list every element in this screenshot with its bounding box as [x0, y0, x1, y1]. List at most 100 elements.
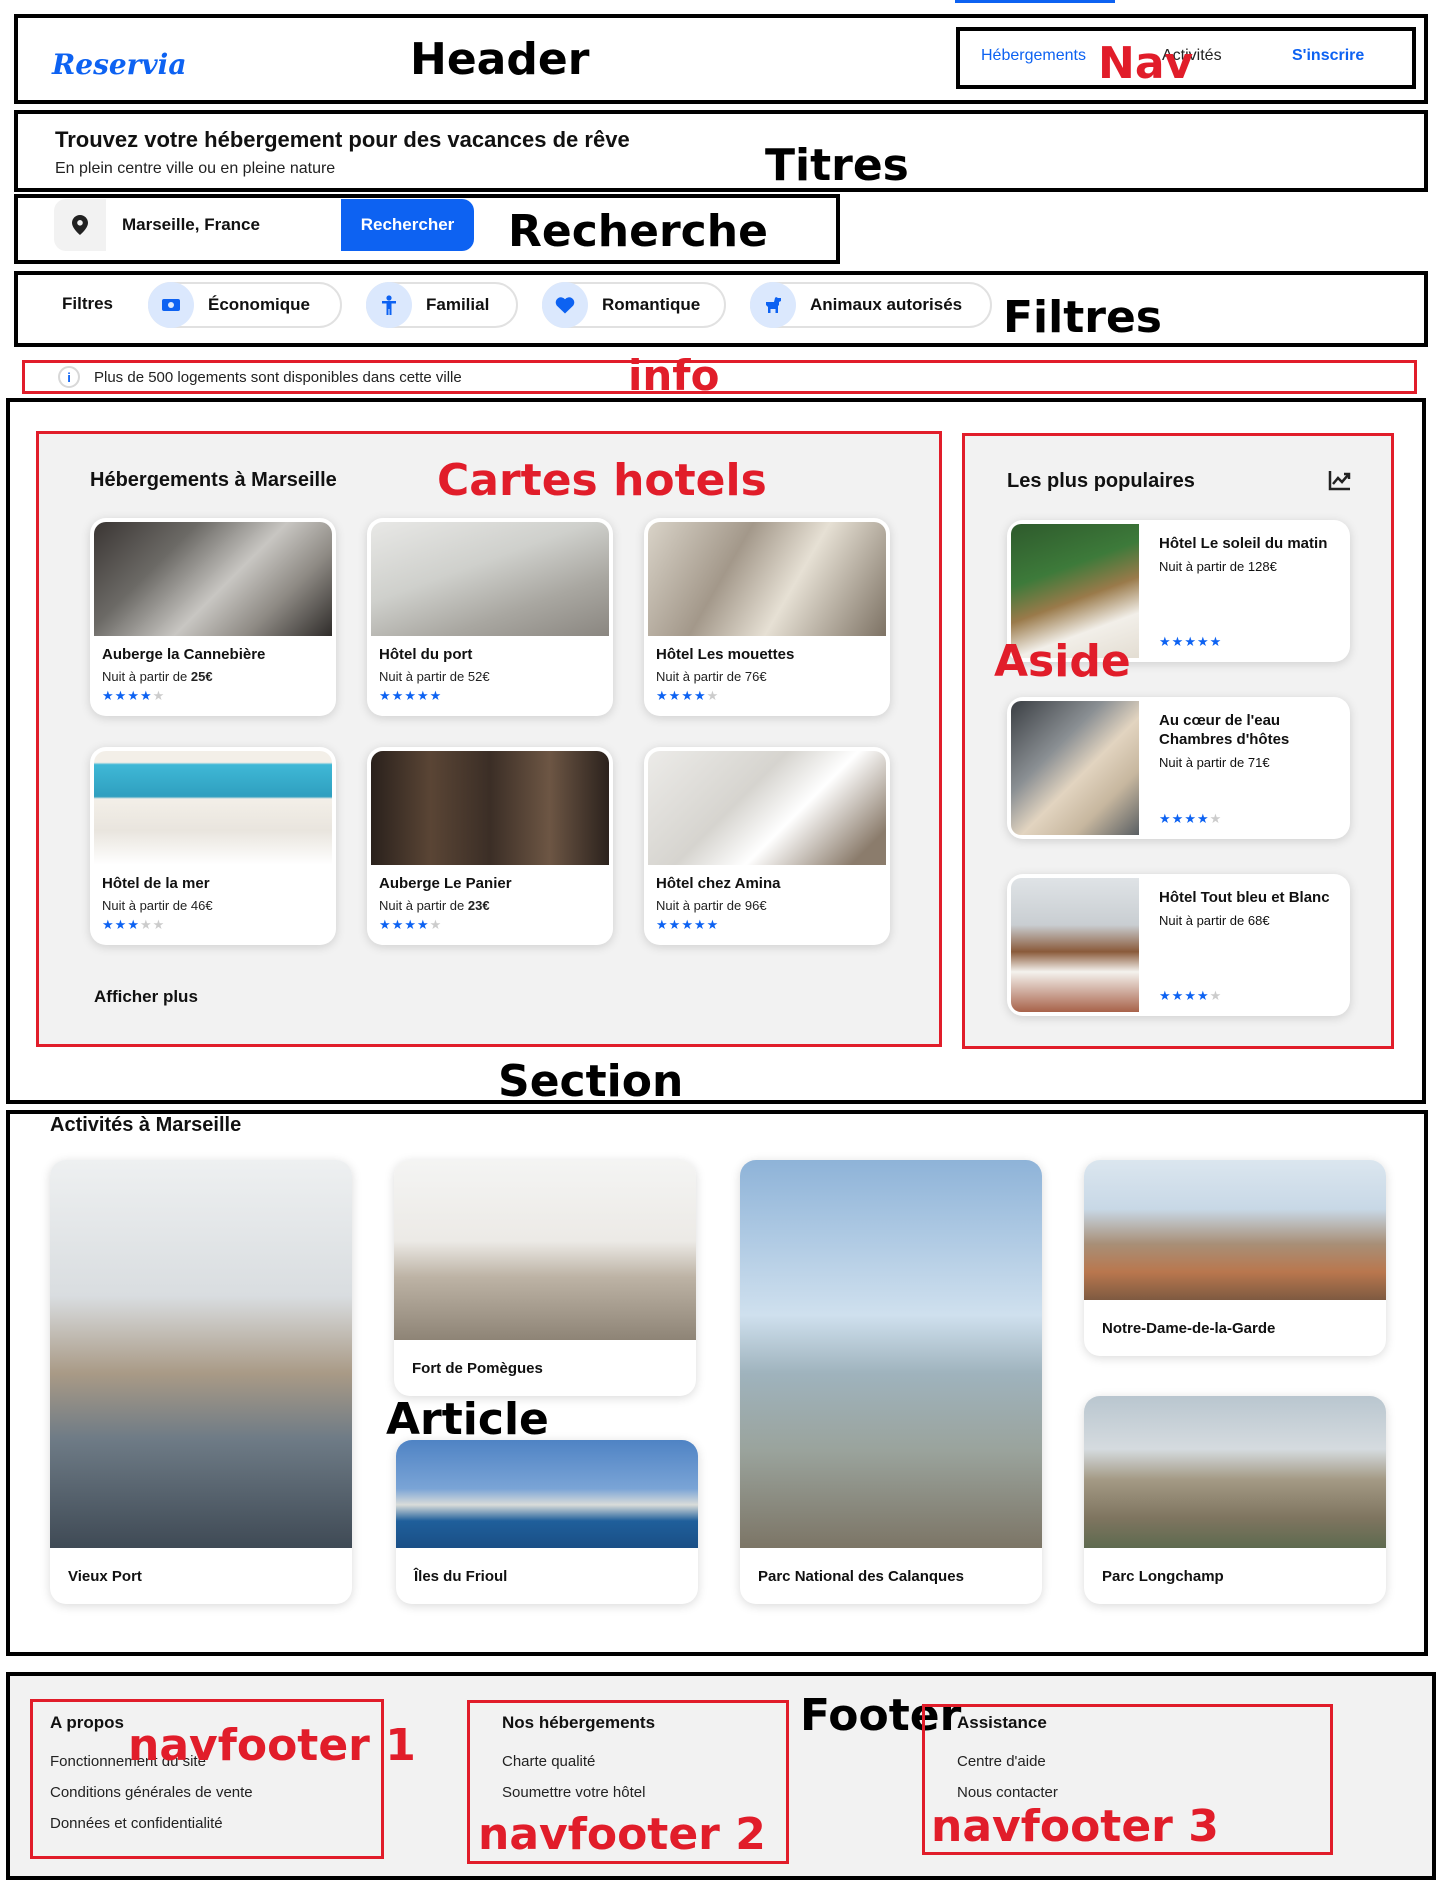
star-empty-icon: ★: [1209, 988, 1223, 1003]
footer-link[interactable]: Centre d'aide: [957, 1753, 1046, 1770]
nav-link-hebergements[interactable]: Hébergements: [981, 47, 1086, 65]
star-filled-icon: ★: [404, 688, 417, 703]
footer-col-title: Nos hébergements: [502, 1713, 656, 1732]
hotel-card[interactable]: Auberge Le Panier Nuit à partir de 23€ ★…: [367, 747, 613, 945]
star-filled-icon: ★: [706, 917, 720, 932]
annotation-navfooter-3: navfooter 3: [931, 1801, 1219, 1852]
dog-icon: [750, 282, 796, 328]
filters-label: Filtres: [62, 294, 114, 313]
filter-label: Familial: [426, 295, 490, 314]
activity-card[interactable]: Notre-Dame-de-la-Garde: [1084, 1160, 1386, 1356]
location-pin-icon: [54, 199, 106, 251]
hotel-card[interactable]: Auberge la Cannebière Nuit à partir de 2…: [90, 518, 336, 716]
star-filled-icon: ★: [1196, 811, 1210, 826]
hotel-photo: [648, 751, 886, 865]
annotation-recherche: Recherche: [508, 206, 768, 257]
star-filled-icon: ★: [1171, 811, 1185, 826]
hotel-price: Nuit à partir de 68€: [1159, 913, 1270, 928]
star-filled-icon: ★: [1159, 811, 1172, 826]
filter-label: Animaux autorisés: [810, 295, 963, 314]
star-filled-icon: ★: [391, 688, 405, 703]
annotation-section: Section: [498, 1056, 684, 1107]
hotel-card[interactable]: Hôtel du port Nuit à partir de 52€ ★★★★★: [367, 518, 613, 716]
annotation-article: Article: [386, 1394, 549, 1445]
star-filled-icon: ★: [1196, 988, 1210, 1003]
activities-title: Activités à Marseille: [50, 1114, 242, 1136]
footer-link[interactable]: Soumettre votre hôtel: [502, 1784, 645, 1801]
star-filled-icon: ★: [102, 917, 115, 932]
footer-link[interactable]: Données et confidentialité: [50, 1815, 223, 1832]
filter-label: Économique: [208, 295, 311, 314]
annotation-titres: Titres: [765, 140, 909, 191]
activity-photo: [396, 1440, 698, 1548]
annotation-aside: Aside: [994, 636, 1131, 687]
star-rating: ★★★★★: [644, 913, 890, 933]
show-more-link[interactable]: Afficher plus: [94, 987, 198, 1007]
star-filled-icon: ★: [102, 688, 115, 703]
activity-photo: [50, 1160, 352, 1548]
hotel-price: Nuit à partir de 76€: [656, 669, 767, 684]
page-title: Trouvez votre hébergement pour des vacan…: [55, 127, 630, 152]
activity-card[interactable]: Fort de Pomègues: [394, 1160, 696, 1396]
popular-title: Les plus populaires: [1007, 470, 1195, 492]
search-button[interactable]: Rechercher: [341, 199, 474, 251]
activity-name: Vieux Port: [68, 1567, 142, 1585]
activity-name: Îles du Frioul: [414, 1567, 508, 1585]
top-accent-bar: [955, 0, 1115, 3]
trending-up-icon[interactable]: [1328, 469, 1352, 496]
activity-card[interactable]: Îles du Frioul: [396, 1440, 698, 1604]
star-filled-icon: ★: [379, 917, 392, 932]
hotel-photo: [94, 522, 332, 636]
filter-chip-romantique[interactable]: Romantique: [542, 282, 726, 328]
star-filled-icon: ★: [114, 917, 128, 932]
filter-chip-animaux[interactable]: Animaux autorisés: [750, 282, 992, 328]
star-filled-icon: ★: [668, 917, 682, 932]
activity-name: Parc National des Calanques: [758, 1567, 964, 1585]
footer-link[interactable]: Nous contacter: [957, 1784, 1058, 1801]
activity-name: Fort de Pomègues: [412, 1359, 543, 1377]
hotel-card[interactable]: Hôtel Les mouettes Nuit à partir de 76€ …: [644, 518, 890, 716]
hotel-card[interactable]: Hôtel de la mer Nuit à partir de 46€ ★★★…: [90, 747, 336, 945]
filter-chip-familial[interactable]: Familial: [366, 282, 518, 328]
hotel-card[interactable]: Hôtel chez Amina Nuit à partir de 96€ ★★…: [644, 747, 890, 945]
activity-photo: [1084, 1396, 1386, 1548]
popular-card[interactable]: Au cœur de l'eau Chambres d'hôtes Nuit à…: [1007, 697, 1350, 839]
hotel-name: Auberge la Cannebière: [102, 646, 266, 663]
activity-card[interactable]: Vieux Port: [50, 1160, 352, 1604]
logo[interactable]: Reservia: [52, 48, 186, 81]
star-filled-icon: ★: [416, 688, 430, 703]
annotation-header: Header: [410, 34, 590, 85]
footer-link[interactable]: Charte qualité: [502, 1753, 595, 1770]
filter-label: Romantique: [602, 295, 701, 314]
footer-col-title: A propos: [50, 1713, 124, 1732]
activity-card[interactable]: Parc Longchamp: [1084, 1396, 1386, 1604]
heart-icon: [542, 282, 588, 328]
hotel-price: Nuit à partir de 25€: [102, 669, 213, 684]
hotel-name: Hôtel chez Amina: [656, 875, 781, 892]
star-rating: ★★★★★: [1159, 811, 1222, 827]
star-filled-icon: ★: [1171, 988, 1185, 1003]
search-input[interactable]: Marseille, France: [106, 199, 341, 251]
hotel-photo: [371, 751, 609, 865]
nav-link-inscrire[interactable]: S'inscrire: [1292, 47, 1364, 65]
star-filled-icon: ★: [693, 917, 707, 932]
star-filled-icon: ★: [1209, 634, 1223, 649]
star-filled-icon: ★: [379, 688, 392, 703]
star-filled-icon: ★: [1196, 634, 1210, 649]
hotel-name: Hôtel Le soleil du matin: [1159, 535, 1328, 552]
activity-photo: [740, 1160, 1042, 1548]
star-filled-icon: ★: [391, 917, 405, 932]
star-empty-icon: ★: [1209, 811, 1223, 826]
star-filled-icon: ★: [1184, 988, 1197, 1003]
star-filled-icon: ★: [1159, 634, 1172, 649]
star-filled-icon: ★: [681, 917, 694, 932]
filter-chip-economique[interactable]: Économique: [148, 282, 342, 328]
star-filled-icon: ★: [693, 688, 707, 703]
star-filled-icon: ★: [1184, 634, 1197, 649]
star-empty-icon: ★: [152, 917, 166, 932]
footer-link[interactable]: Conditions générales de vente: [50, 1784, 253, 1801]
activity-card[interactable]: Parc National des Calanques: [740, 1160, 1042, 1604]
annotation-cartes-hotels: Cartes hotels: [437, 455, 767, 506]
popular-card[interactable]: Hôtel Tout bleu et Blanc Nuit à partir d…: [1007, 874, 1350, 1016]
star-rating: ★★★★★: [367, 913, 613, 933]
